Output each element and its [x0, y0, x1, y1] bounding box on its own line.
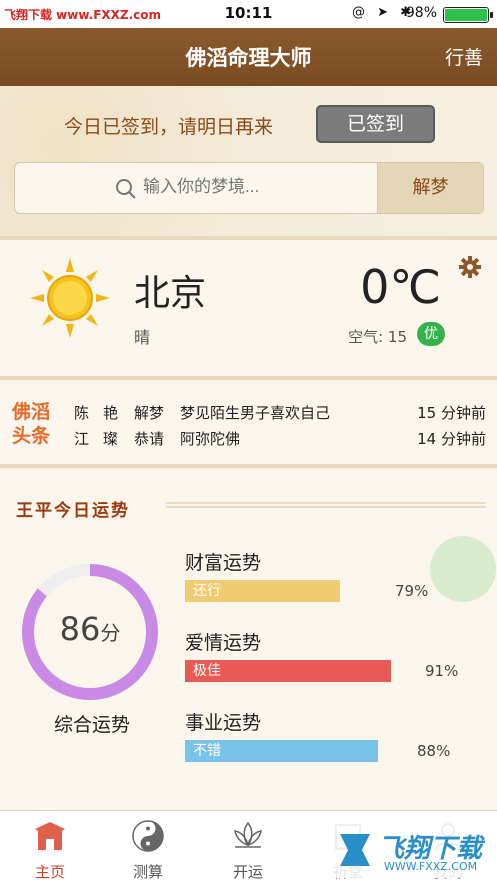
overall-score-gauge[interactable]: 86分 [20, 562, 160, 702]
lotus-icon [234, 821, 262, 848]
overall-score: 86分 [59, 610, 121, 648]
divider [0, 464, 497, 468]
interpret-dream-button[interactable]: 解梦 [377, 163, 483, 213]
status-bar: 飞翔下载 www.FXXZ.com 10:11 @ ➤ ✱ 98% [0, 0, 497, 28]
decorative-pattern [166, 502, 486, 508]
tab-luck[interactable]: 开运 [208, 819, 288, 882]
app-header: 佛滔命理大师 行善 [0, 28, 497, 86]
dream-search-input[interactable] [143, 177, 373, 197]
dream-search-bar: 解梦 [14, 162, 484, 214]
signed-in-button[interactable]: 已签到 [316, 105, 435, 143]
app-title: 佛滔命理大师 [185, 46, 312, 70]
headline-logo: 佛滔 头条 [12, 401, 51, 447]
air-quality-badge: 优 [417, 322, 445, 346]
city-name: 北京 [134, 273, 207, 314]
search-icon [116, 179, 136, 199]
list-item[interactable]: 陈艳 解梦 梦见陌生男子喜欢自己 15 分钟前 [74, 402, 486, 424]
weather-condition: 晴 [134, 328, 151, 347]
watermark-logo: 飞翔下载 WWW.FXXZ.COM [330, 822, 490, 878]
daily-fortune-section: 王平今日运势 86分 综合运势 财富运势 还行 79% 爱情运势 极佳 91% … [0, 470, 497, 810]
temperature: 0℃ [360, 260, 441, 314]
career-fortune[interactable]: 事业运势 不错 88% [185, 708, 485, 768]
list-item[interactable]: 江璨 恭请 阿弥陀佛 14 分钟前 [74, 428, 486, 450]
checkin-message: 今日已签到，请明日再来 [64, 116, 274, 138]
wealth-fortune[interactable]: 财富运势 还行 79% [185, 548, 485, 608]
weather-card[interactable]: 北京 晴 0℃ 空气: 15 优 [0, 240, 497, 376]
charity-button[interactable]: 行善 [445, 43, 483, 70]
sunny-icon [30, 258, 110, 338]
love-bar: 极佳 [185, 660, 391, 682]
love-fortune[interactable]: 爱情运势 极佳 91% [185, 628, 485, 688]
career-bar: 不错 [185, 740, 378, 762]
battery-percent: 98% [405, 5, 437, 21]
fortune-banner: 王平今日运势 [0, 488, 497, 524]
fortune-title: 王平今日运势 [16, 501, 130, 521]
gear-icon[interactable] [459, 256, 481, 278]
temple-icon [35, 822, 65, 850]
checkin-section: 今日已签到，请明日再来 已签到 解梦 [0, 86, 497, 236]
air-index: 空气: 15 [348, 328, 407, 346]
overall-label: 综合运势 [53, 714, 130, 736]
yinyang-icon [132, 820, 164, 852]
battery-icon [443, 7, 493, 23]
wealth-bar: 还行 [185, 580, 340, 602]
tab-divination[interactable]: 测算 [108, 819, 188, 882]
tab-home[interactable]: 主页 [10, 819, 90, 882]
watermark-icon [340, 834, 370, 866]
news-ticker[interactable]: 佛滔 头条 陈艳 解梦 梦见陌生男子喜欢自己 15 分钟前 江璨 恭请 阿弥陀佛… [0, 380, 497, 464]
